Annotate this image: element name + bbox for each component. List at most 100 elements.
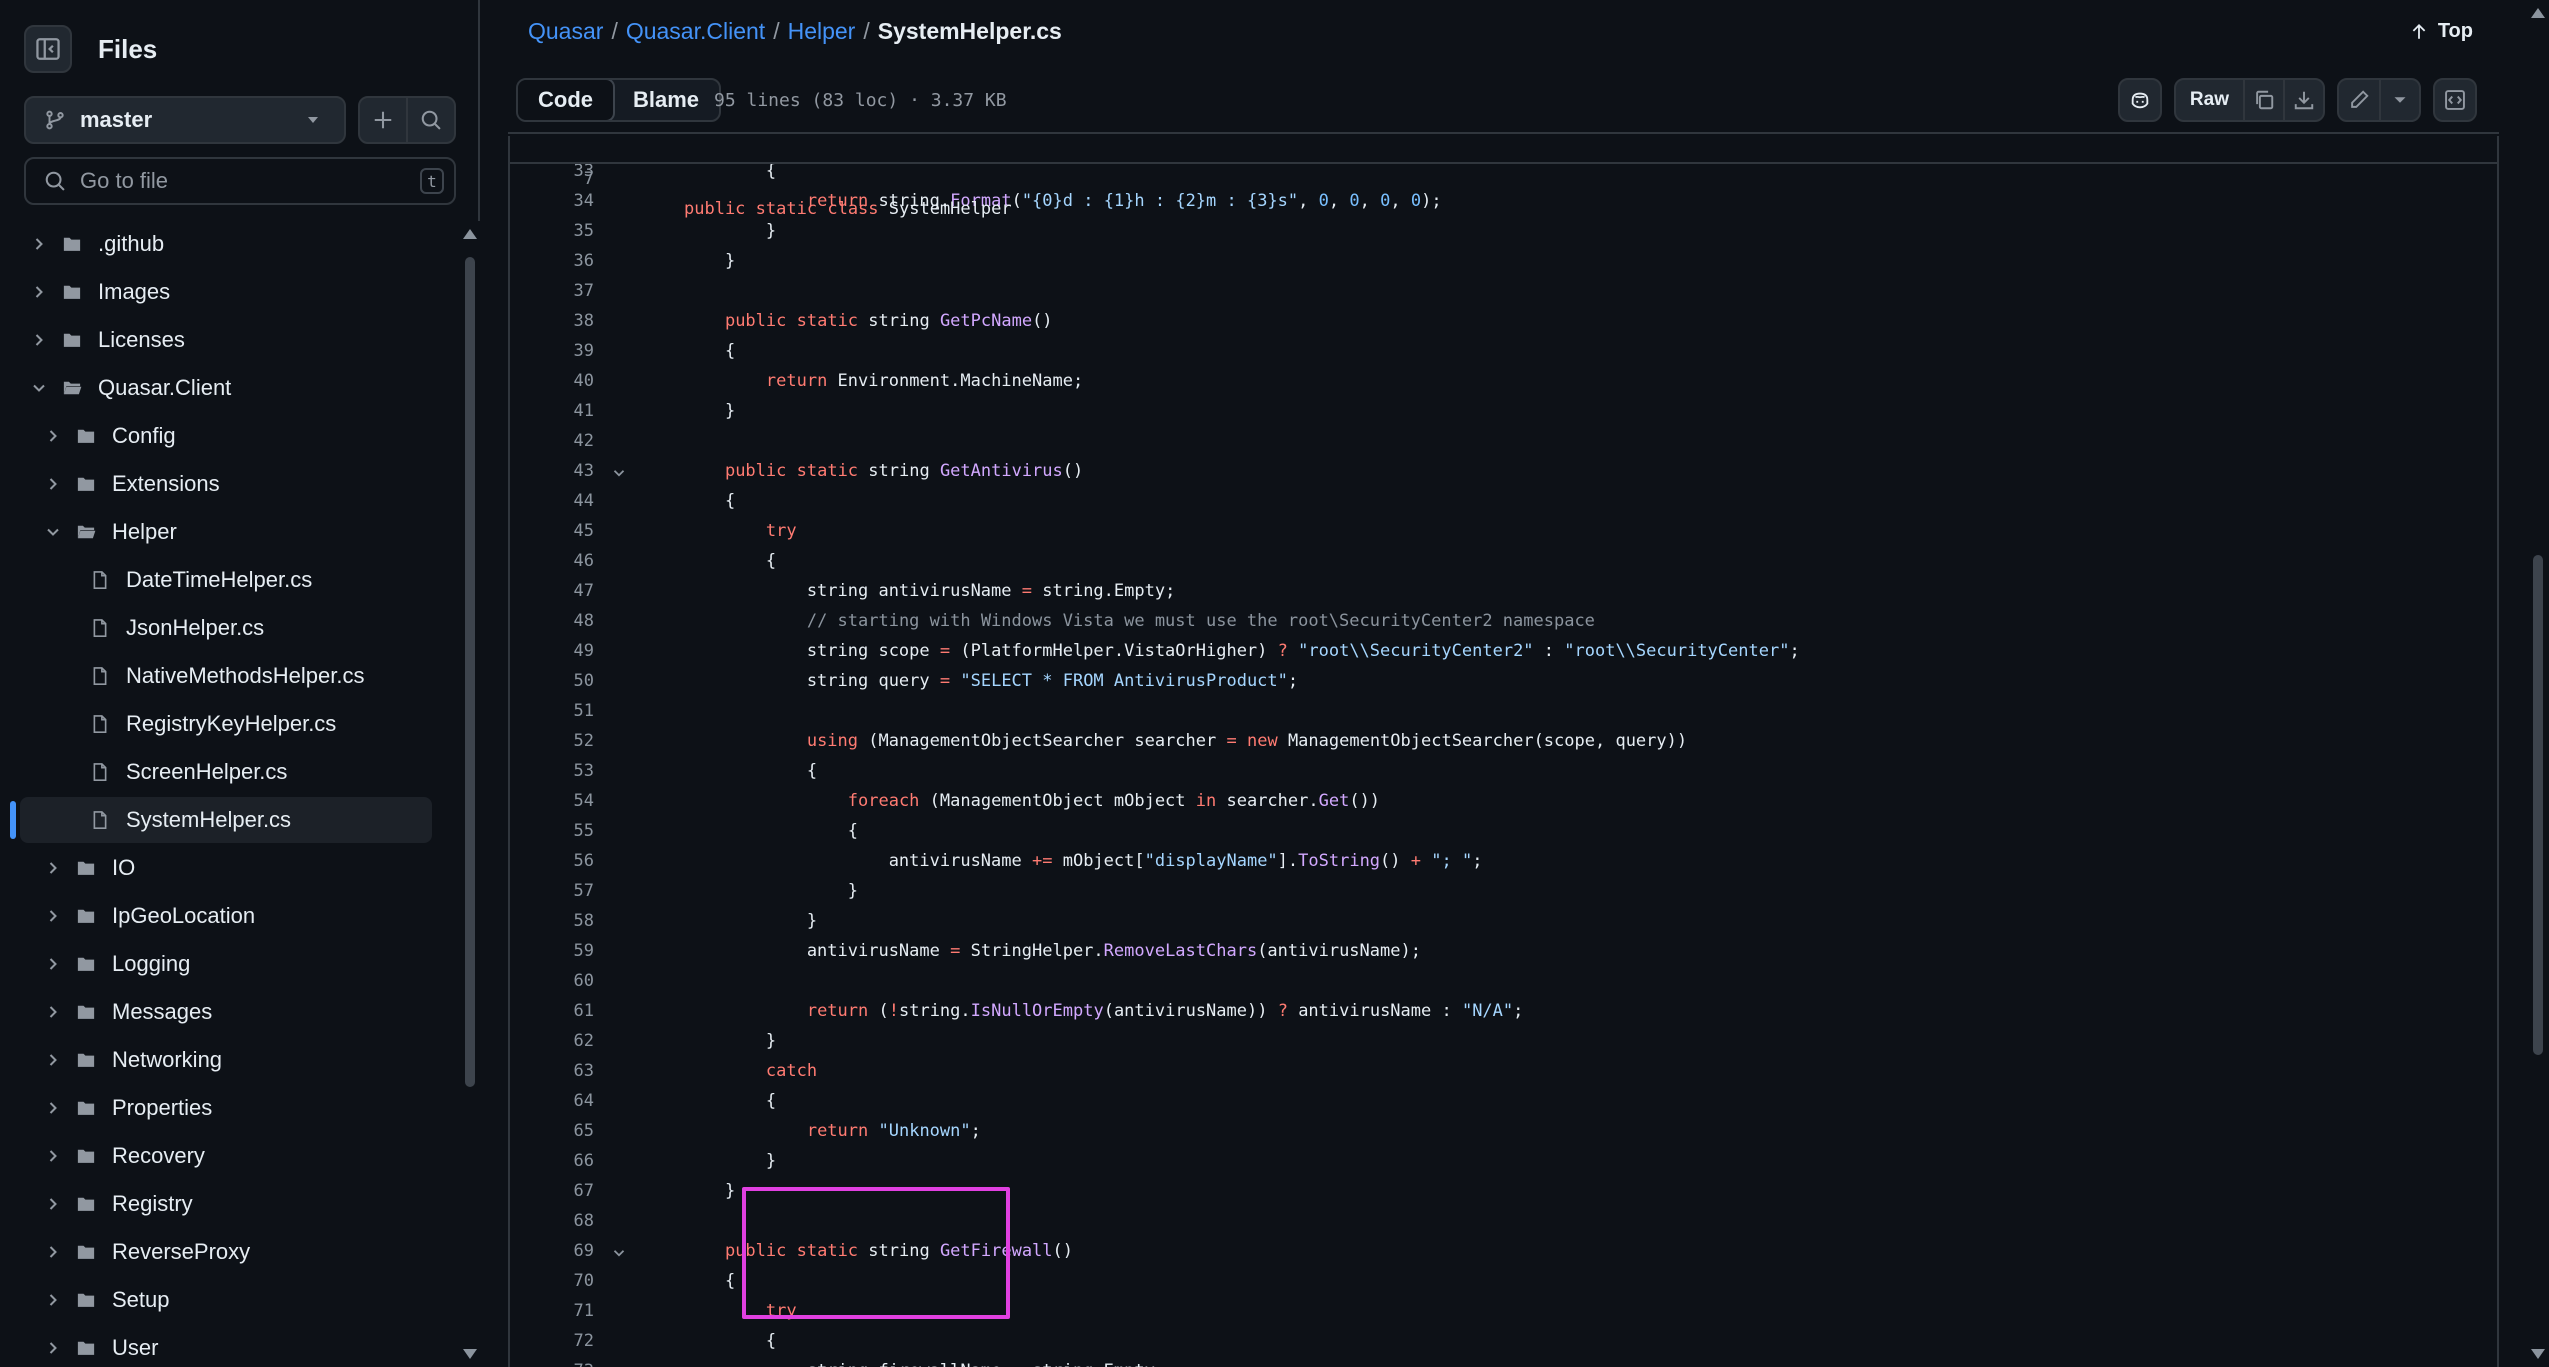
go-to-file-input[interactable]: Go to file t bbox=[24, 157, 456, 205]
tree-folder-item[interactable]: Properties bbox=[20, 1085, 432, 1131]
chevron-right-icon[interactable] bbox=[42, 953, 64, 975]
line-number[interactable]: 66 bbox=[510, 1146, 594, 1176]
symbols-panel-button[interactable] bbox=[2435, 80, 2475, 120]
tree-folder-item[interactable]: Setup bbox=[20, 1277, 432, 1323]
tree-folder-item[interactable]: User bbox=[20, 1325, 432, 1367]
tree-file-item[interactable]: JsonHelper.cs bbox=[20, 605, 432, 651]
tree-folder-item[interactable]: .github bbox=[20, 221, 432, 267]
tree-file-item[interactable]: SystemHelper.cs bbox=[20, 797, 432, 843]
add-file-button[interactable] bbox=[360, 98, 408, 142]
chevron-right-icon[interactable] bbox=[28, 329, 50, 351]
breadcrumb-link-subfolder[interactable]: Helper bbox=[788, 18, 856, 45]
chevron-right-icon[interactable] bbox=[42, 1289, 64, 1311]
tree-folder-item[interactable]: Registry bbox=[20, 1181, 432, 1227]
tree-file-item[interactable]: ScreenHelper.cs bbox=[20, 749, 432, 795]
breadcrumb-link-repo[interactable]: Quasar bbox=[528, 18, 603, 45]
tree-folder-item[interactable]: Networking bbox=[20, 1037, 432, 1083]
line-number[interactable]: 56 bbox=[510, 846, 594, 876]
line-number[interactable]: 52 bbox=[510, 726, 594, 756]
tree-folder-item[interactable]: Quasar.Client bbox=[20, 365, 432, 411]
line-number[interactable]: 41 bbox=[510, 396, 594, 426]
line-number[interactable]: 55 bbox=[510, 816, 594, 846]
edit-options-dropdown[interactable] bbox=[2379, 80, 2419, 120]
collapse-sidebar-button[interactable] bbox=[24, 25, 72, 73]
tree-file-item[interactable]: RegistryKeyHelper.cs bbox=[20, 701, 432, 747]
line-number[interactable]: 64 bbox=[510, 1086, 594, 1116]
code-viewer[interactable]: 7 public static class SystemHelper 33 {3… bbox=[508, 136, 2499, 1367]
copy-raw-button[interactable] bbox=[2243, 80, 2283, 120]
line-number[interactable]: 46 bbox=[510, 546, 594, 576]
line-number[interactable]: 61 bbox=[510, 996, 594, 1026]
chevron-right-icon[interactable] bbox=[42, 1145, 64, 1167]
chevron-right-icon[interactable] bbox=[42, 1241, 64, 1263]
line-number[interactable]: 45 bbox=[510, 516, 594, 546]
line-number[interactable]: 44 bbox=[510, 486, 594, 516]
copilot-button[interactable] bbox=[2120, 80, 2160, 120]
tree-folder-item[interactable]: IO bbox=[20, 845, 432, 891]
line-number[interactable]: 62 bbox=[510, 1026, 594, 1056]
chevron-right-icon[interactable] bbox=[28, 233, 50, 255]
sidebar-scrollbar[interactable] bbox=[460, 221, 480, 1367]
line-number[interactable]: 54 bbox=[510, 786, 594, 816]
line-number[interactable]: 70 bbox=[510, 1266, 594, 1296]
line-number[interactable]: 59 bbox=[510, 936, 594, 966]
line-number[interactable]: 72 bbox=[510, 1326, 594, 1356]
chevron-right-icon[interactable] bbox=[42, 473, 64, 495]
line-number[interactable]: 40 bbox=[510, 366, 594, 396]
search-files-button[interactable] bbox=[408, 98, 454, 142]
chevron-right-icon[interactable] bbox=[28, 281, 50, 303]
scroll-down-arrow-icon[interactable] bbox=[463, 1349, 477, 1359]
scroll-up-arrow-icon[interactable] bbox=[463, 229, 477, 239]
line-number[interactable]: 43 bbox=[510, 456, 594, 486]
raw-button[interactable]: Raw bbox=[2176, 80, 2243, 120]
tree-folder-item[interactable]: IpGeoLocation bbox=[20, 893, 432, 939]
tree-folder-item[interactable]: Config bbox=[20, 413, 432, 459]
line-number[interactable]: 71 bbox=[510, 1296, 594, 1326]
tree-folder-item[interactable]: Images bbox=[20, 269, 432, 315]
line-number[interactable]: 39 bbox=[510, 336, 594, 366]
sidebar-scrollbar-thumb[interactable] bbox=[465, 257, 475, 1087]
line-number[interactable]: 48 bbox=[510, 606, 594, 636]
chevron-right-icon[interactable] bbox=[42, 1193, 64, 1215]
page-scroll-up-arrow-icon[interactable] bbox=[2531, 8, 2545, 18]
line-number[interactable]: 69 bbox=[510, 1236, 594, 1266]
tree-folder-item[interactable]: Helper bbox=[20, 509, 432, 555]
line-number[interactable]: 68 bbox=[510, 1206, 594, 1236]
line-number[interactable]: 49 bbox=[510, 636, 594, 666]
tree-folder-item[interactable]: Extensions bbox=[20, 461, 432, 507]
fold-chevron-icon[interactable] bbox=[610, 1242, 628, 1260]
line-number[interactable]: 47 bbox=[510, 576, 594, 606]
breadcrumb-link-folder[interactable]: Quasar.Client bbox=[626, 18, 765, 45]
chevron-right-icon[interactable] bbox=[42, 857, 64, 879]
line-number[interactable]: 51 bbox=[510, 696, 594, 726]
page-scrollbar-thumb[interactable] bbox=[2533, 555, 2543, 1055]
line-number[interactable]: 57 bbox=[510, 876, 594, 906]
line-number[interactable]: 42 bbox=[510, 426, 594, 456]
line-number[interactable]: 38 bbox=[510, 306, 594, 336]
chevron-right-icon[interactable] bbox=[42, 1097, 64, 1119]
line-number[interactable]: 58 bbox=[510, 906, 594, 936]
chevron-right-icon[interactable] bbox=[42, 1049, 64, 1071]
page-scrollbar[interactable] bbox=[2527, 0, 2549, 1367]
line-number[interactable]: 60 bbox=[510, 966, 594, 996]
line-number[interactable]: 63 bbox=[510, 1056, 594, 1086]
chevron-right-icon[interactable] bbox=[42, 905, 64, 927]
edit-file-button[interactable] bbox=[2339, 80, 2379, 120]
tab-blame[interactable]: Blame bbox=[613, 80, 719, 120]
back-to-top-link[interactable]: Top bbox=[2410, 20, 2473, 43]
chevron-right-icon[interactable] bbox=[42, 425, 64, 447]
chevron-right-icon[interactable] bbox=[42, 1337, 64, 1359]
tree-file-item[interactable]: DateTimeHelper.cs bbox=[20, 557, 432, 603]
line-number[interactable]: 50 bbox=[510, 666, 594, 696]
line-number[interactable]: 73 bbox=[510, 1356, 594, 1367]
branch-selector[interactable]: master bbox=[24, 96, 346, 144]
chevron-down-icon[interactable] bbox=[28, 377, 50, 399]
chevron-down-icon[interactable] bbox=[42, 521, 64, 543]
fold-chevron-icon[interactable] bbox=[610, 462, 628, 480]
tree-folder-item[interactable]: Licenses bbox=[20, 317, 432, 363]
tree-folder-item[interactable]: ReverseProxy bbox=[20, 1229, 432, 1275]
chevron-right-icon[interactable] bbox=[42, 1001, 64, 1023]
tree-file-item[interactable]: NativeMethodsHelper.cs bbox=[20, 653, 432, 699]
line-number[interactable]: 67 bbox=[510, 1176, 594, 1206]
page-scroll-down-arrow-icon[interactable] bbox=[2531, 1349, 2545, 1359]
